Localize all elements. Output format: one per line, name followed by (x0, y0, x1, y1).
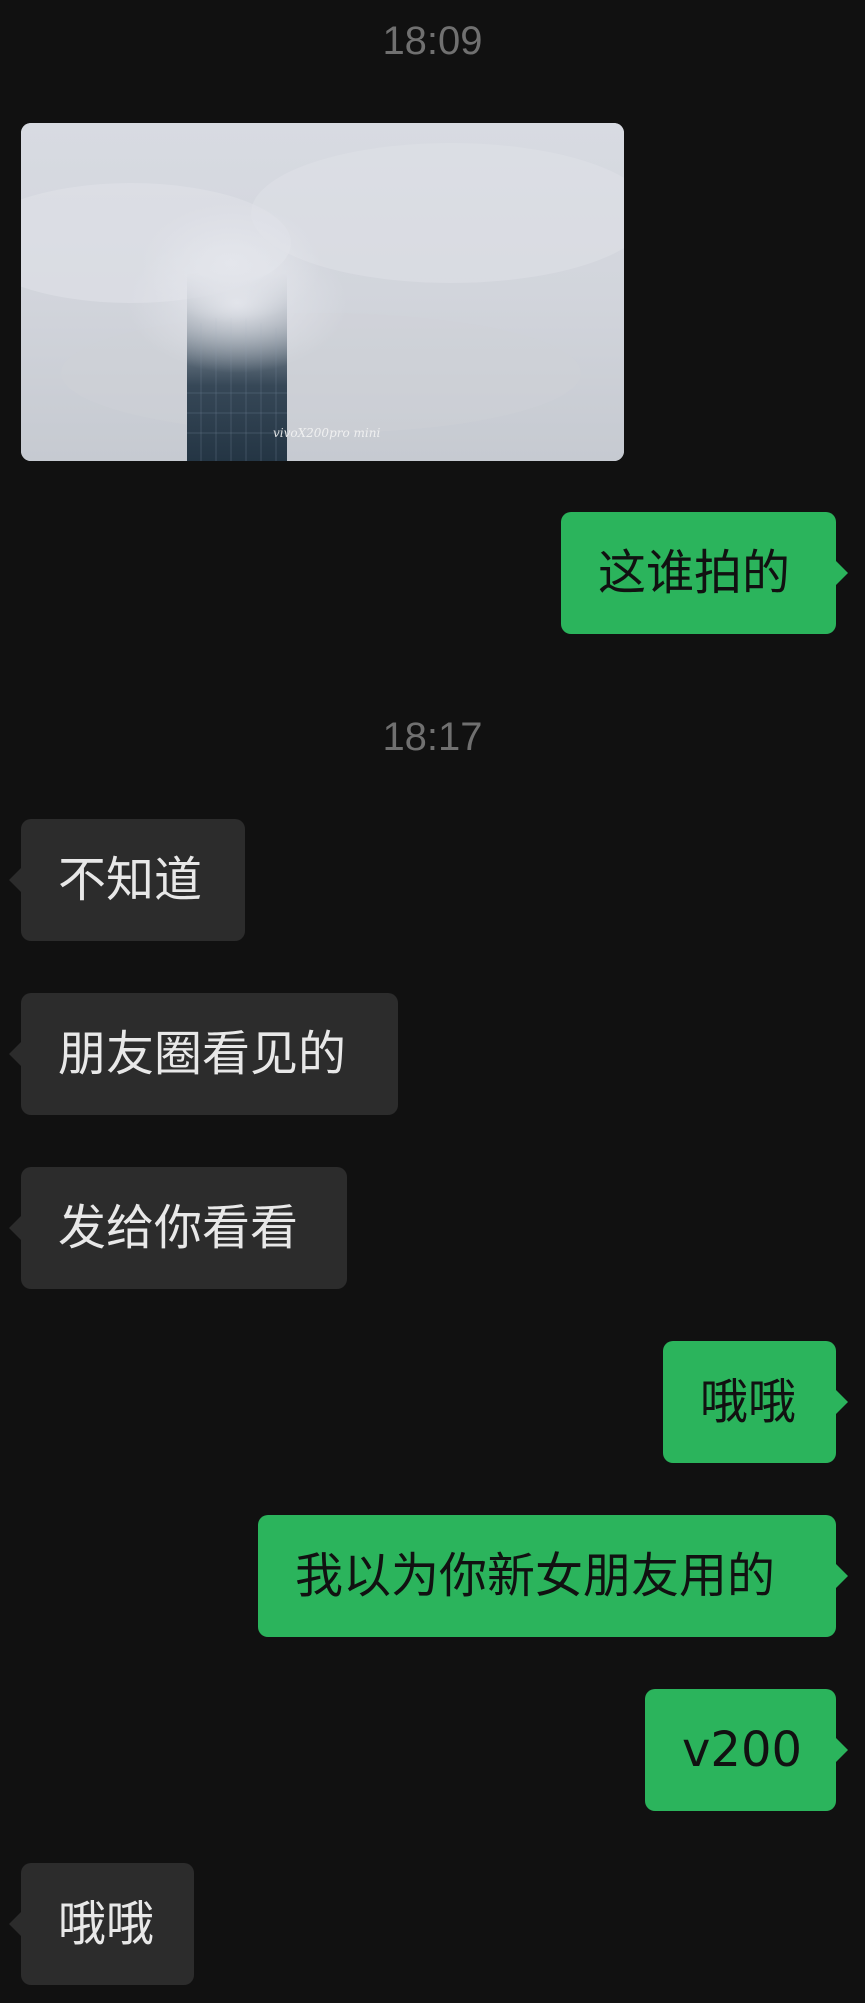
outgoing-message[interactable]: 这谁拍的 (561, 512, 848, 634)
timestamp: 18:17 (382, 715, 483, 759)
outgoing-message[interactable]: 我以为你新女朋友用的 (258, 1515, 848, 1637)
chat-conversation[interactable]: 18:09 vivoX200pro mini 这谁拍的 18:17 不知道 朋友… (0, 0, 865, 2003)
incoming-message[interactable]: 哦哦 (9, 1863, 194, 1985)
image-message[interactable]: vivoX200pro mini (21, 123, 624, 461)
outgoing-message[interactable]: 哦哦 (663, 1341, 848, 1463)
incoming-message[interactable]: 朋友圈看见的 (9, 993, 398, 1115)
incoming-message[interactable]: 发给你看看 (9, 1167, 347, 1289)
timestamp: 18:09 (382, 19, 483, 63)
foggy-skyscraper-photo (21, 123, 624, 461)
outgoing-message[interactable]: v200 (645, 1689, 848, 1811)
incoming-message[interactable]: 不知道 (9, 819, 245, 941)
photo-watermark: vivoX200pro mini (273, 426, 381, 440)
